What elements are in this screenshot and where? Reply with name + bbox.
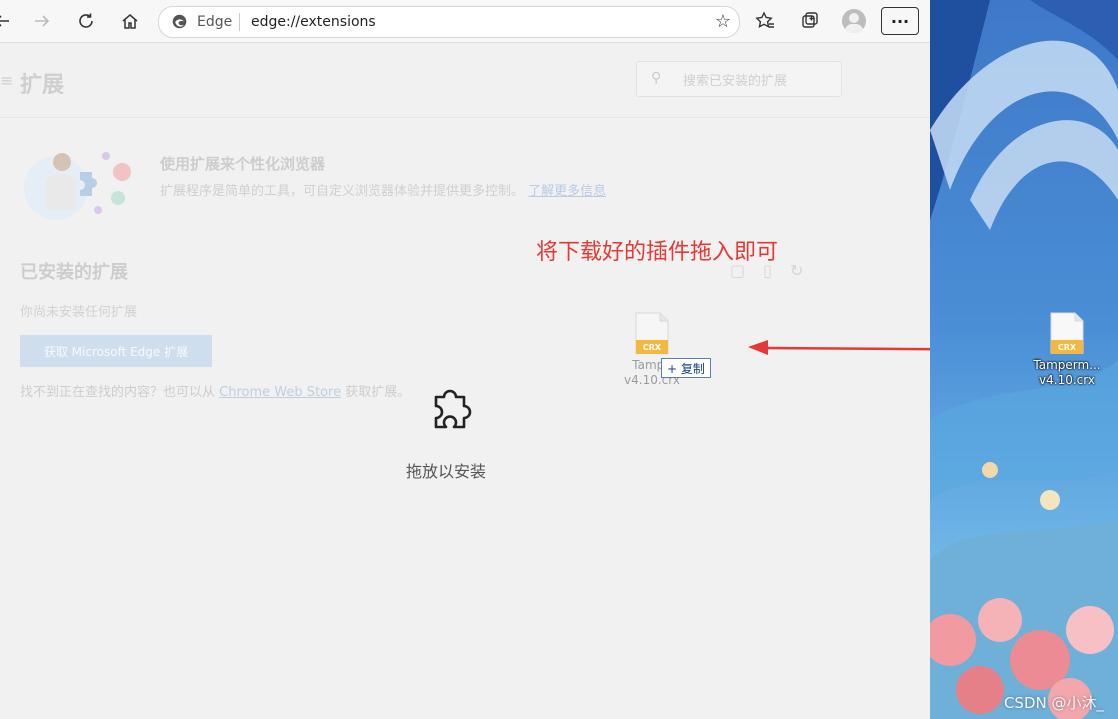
favorites-button[interactable] [751,7,779,35]
desktop-wallpaper: CRX Tamperm... v4.10.crx CSDN @小沐_ [930,0,1118,719]
favorites-star-icon [755,11,774,28]
home-icon [122,14,138,29]
back-arrow-icon [0,15,9,27]
header-divider [0,117,930,118]
cant-find-suffix: 获取扩展。 [345,385,411,400]
promo-title: 使用扩展来个性化浏览器 [160,155,326,173]
search-placeholder: 搜索已安装的扩展 [683,74,788,89]
browser-window: Edge edge://extensions ☆ ··· ≡ 扩展 ⚲ 搜索已安… [0,0,1040,719]
crx-badge-label: CRX [643,343,662,352]
learn-more-link[interactable]: 了解更多信息 [528,184,606,199]
forward-button[interactable] [28,7,56,35]
extensions-page: ≡ 扩展 ⚲ 搜索已安装的扩展 使用扩展来个性化浏览器 扩展程序是简单的工具，可… [0,43,930,719]
desktop-crx-file[interactable]: CRX Tamperm... v4.10.crx [1032,312,1102,388]
extensions-illustration-icon [24,152,131,220]
crx-badge-label: CRX [1058,343,1077,352]
address-bar[interactable]: Edge edge://extensions ☆ [158,6,740,38]
address-separator [239,13,240,31]
browser-toolbar: Edge edge://extensions ☆ ··· [0,0,930,43]
forward-arrow-icon [35,15,50,27]
collections-button[interactable] [796,7,824,35]
more-menu-button[interactable]: ··· [881,7,919,35]
refresh-icon [79,13,93,28]
desktop-file-name-2: v4.10.crx [1039,373,1095,387]
puzzle-icon [434,389,472,429]
url-text[interactable]: edge://extensions [251,14,376,30]
no-extensions-text: 你尚未安装任何扩展 [20,305,138,320]
csdn-watermark: CSDN @小沐_ [1003,694,1104,712]
collections-icon [802,12,818,28]
refresh-button[interactable] [72,7,100,35]
menu-icon[interactable]: ≡ [0,71,13,90]
promo-description-text: 扩展程序是简单的工具，可自定义浏览器体验并提供更多控制。 [160,184,525,199]
drop-to-install-label: 拖放以安装 [406,462,487,481]
crx-file-icon: CRX [1050,312,1084,354]
edge-label: Edge [197,14,233,30]
cant-find-prefix: 找不到正在查找的内容？也可以从 [20,385,216,400]
annotation-text: 将下载好的插件拖入即可 [536,240,779,265]
home-button[interactable] [116,7,144,35]
profile-avatar[interactable] [842,9,866,33]
chrome-web-store-link[interactable]: Chrome Web Store [219,385,341,400]
search-icon: ⚲ [651,70,662,86]
get-extensions-button[interactable]: 获取 Microsoft Edge 扩展 [20,335,212,367]
crx-file-icon: CRX [635,312,669,354]
back-button[interactable] [0,7,16,35]
cant-find-text: 找不到正在查找的内容？也可以从 Chrome Web Store 获取扩展。 [20,381,410,400]
installed-extensions-title: 已安装的扩展 [20,262,128,283]
page-title: 扩展 [20,73,65,98]
add-favorite-icon[interactable]: ☆ [715,11,731,32]
reload-icon[interactable]: ↻ [790,261,821,280]
promo-description: 扩展程序是简单的工具，可自定义浏览器体验并提供更多控制。 了解更多信息 [160,180,606,199]
edge-logo-icon [172,14,187,29]
search-input[interactable]: ⚲ 搜索已安装的扩展 [636,61,842,97]
desktop-file-name-1: Tamperm... [1033,358,1101,372]
copy-cursor-badge: + 复制 [661,358,711,378]
